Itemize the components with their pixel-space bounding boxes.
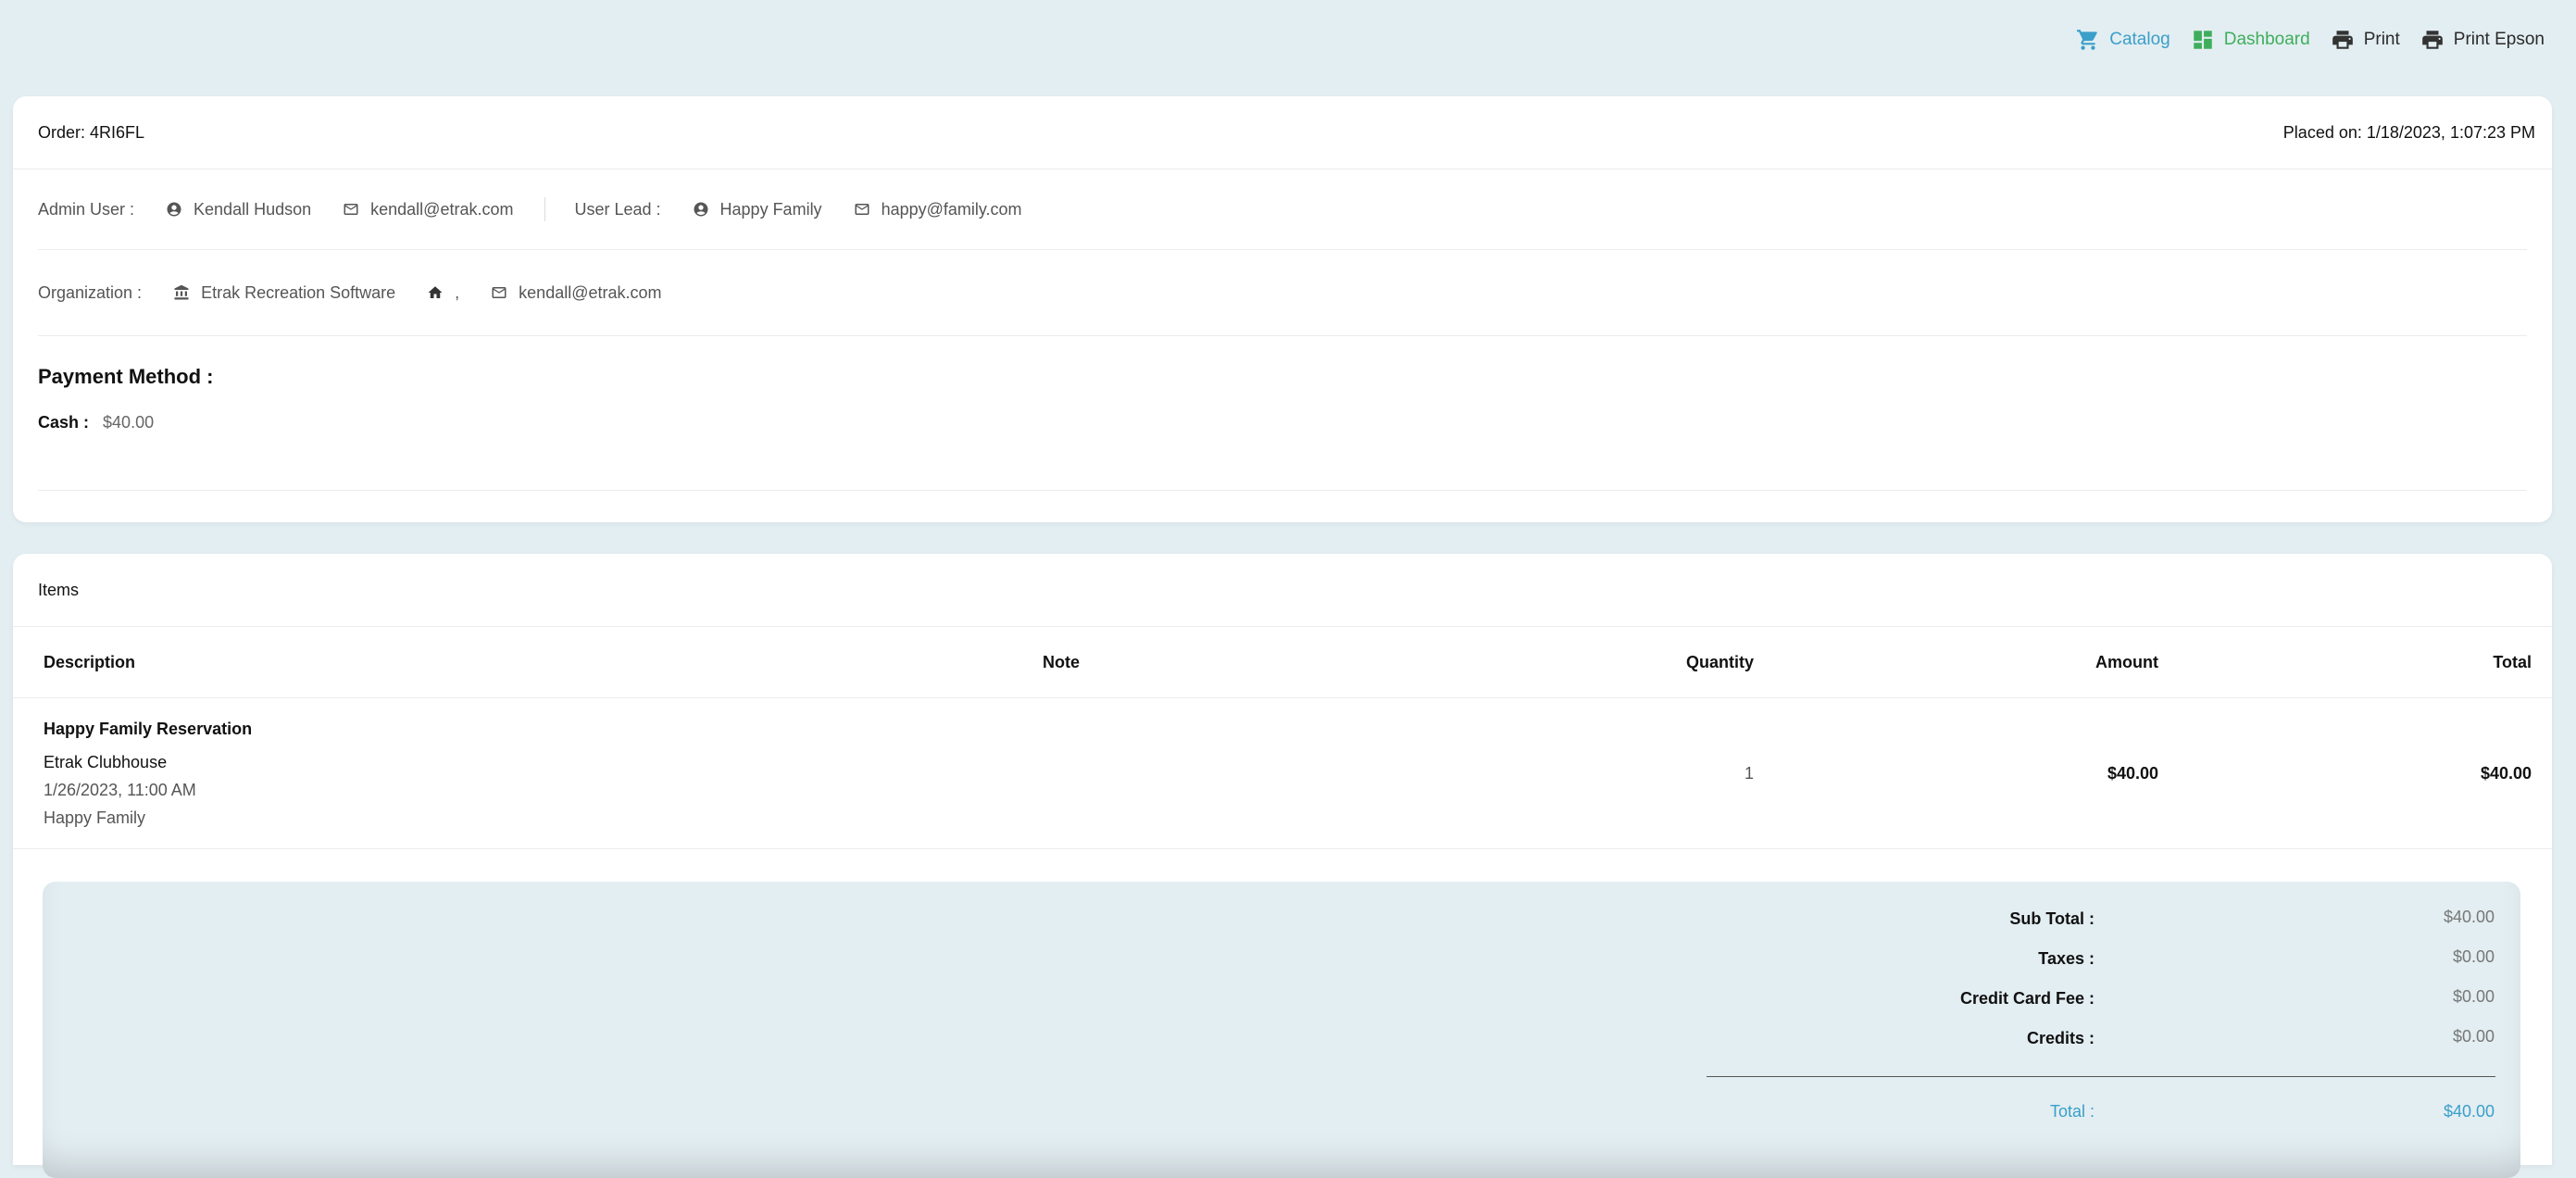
printer-icon <box>2421 31 2443 49</box>
mail-icon <box>492 287 506 298</box>
user-lead-name: Happy Family <box>719 199 822 219</box>
order-id: Order: 4RI6FL <box>38 122 145 142</box>
print-epson-button[interactable]: Print Epson <box>2420 28 2545 52</box>
catalog-label: Catalog <box>2109 30 2170 49</box>
dashboard-label: Dashboard <box>2223 30 2310 49</box>
subtotal-label: Sub Total : <box>2009 909 2095 928</box>
user-lead-label: User Lead : <box>574 199 661 219</box>
payment-method-title: Payment Method : <box>38 365 214 388</box>
taxes-label: Taxes : <box>2038 949 2095 968</box>
user-lead-name-chip: Happy Family <box>693 200 822 219</box>
user-lead-email-chip: happy@family.com <box>854 200 1022 219</box>
home-icon <box>428 286 443 298</box>
credits-label: Credits : <box>2026 1029 2095 1047</box>
column-total: Total <box>2493 653 2532 671</box>
item-title: Happy Family Reservation <box>44 720 253 738</box>
user-lead-email: happy@family.com <box>881 199 1022 219</box>
credit-card-fee-value: $0.00 <box>2452 987 2495 1006</box>
payment-amount: $40.00 <box>103 413 155 432</box>
payment-type: Cash : <box>38 413 90 432</box>
admin-user-email: kendall@etrak.com <box>370 199 514 219</box>
admin-user-email-chip: kendall@etrak.com <box>343 200 513 219</box>
items-table-header: Description Note Quantity Amount Total <box>13 627 2552 698</box>
dashboard-button[interactable]: Dashboard <box>2191 28 2310 52</box>
printer-icon <box>2332 31 2353 49</box>
column-quantity: Quantity <box>1685 653 1754 671</box>
print-label: Print <box>2363 30 2400 49</box>
organization-row: Organization : Etrak Recreation Software… <box>38 250 2527 336</box>
bank-icon <box>174 284 189 300</box>
taxes-value: $0.00 <box>2452 947 2495 966</box>
organization-email-chip: kendall@etrak.com <box>491 282 662 303</box>
payment-section: Payment Method : Cash : $40.00 <box>38 336 2527 491</box>
column-description: Description <box>44 653 136 671</box>
order-header: Order: 4RI6FL Placed on: 1/18/2023, 1:07… <box>13 96 2552 169</box>
item-location: Etrak Clubhouse <box>44 753 168 771</box>
catalog-button[interactable]: Catalog <box>2076 28 2170 52</box>
admin-user-name: Kendall Hudson <box>194 199 312 219</box>
item-customer: Happy Family <box>44 808 146 827</box>
account-circle-icon <box>167 202 181 217</box>
print-epson-label: Print Epson <box>2453 30 2545 49</box>
total-label: Total : <box>2049 1102 2095 1121</box>
organization-address-chip: , <box>427 283 459 303</box>
item-description: Happy Family Reservation Etrak Clubhouse… <box>44 721 252 837</box>
account-circle-icon <box>694 202 708 217</box>
total-value: $40.00 <box>2443 1102 2495 1121</box>
credits-value: $0.00 <box>2452 1027 2495 1046</box>
credit-card-fee-label: Credit Card Fee : <box>1959 989 2095 1008</box>
item-total: $40.00 <box>2480 764 2532 783</box>
top-toolbar: Catalog Dashboard Print Print Epson <box>2076 28 2545 52</box>
admin-user-label: Admin User : <box>38 199 135 219</box>
order-card: Order: 4RI6FL Placed on: 1/18/2023, 1:07… <box>13 96 2552 522</box>
table-row: Happy Family Reservation Etrak Clubhouse… <box>13 698 2552 849</box>
dashboard-icon <box>2193 31 2212 49</box>
column-amount: Amount <box>2095 653 2158 671</box>
divider <box>544 197 546 221</box>
column-note: Note <box>1043 653 1080 671</box>
payment-line: Cash : $40.00 <box>38 413 2527 432</box>
item-amount: $40.00 <box>2107 764 2158 783</box>
subtotal-value: $40.00 <box>2443 908 2495 926</box>
organization-label: Organization : <box>38 282 143 302</box>
organization-name: Etrak Recreation Software <box>201 282 396 302</box>
organization-email: kendall@etrak.com <box>519 282 662 302</box>
item-quantity: 1 <box>1744 764 1754 783</box>
mail-icon <box>344 204 358 215</box>
organization-address: , <box>455 282 460 302</box>
cart-icon <box>2077 30 2097 50</box>
order-summary: Sub Total : $40.00 Taxes : $0.00 Credit … <box>43 882 2520 1178</box>
organization-name-chip: Etrak Recreation Software <box>173 283 395 303</box>
admin-user-row: Admin User : Kendall Hudson kendall@etra… <box>38 169 2527 250</box>
item-datetime: 1/26/2023, 11:00 AM <box>44 781 196 799</box>
items-title: Items <box>13 554 2552 627</box>
print-button[interactable]: Print <box>2331 28 2400 52</box>
placed-on: Placed on: 1/18/2023, 1:07:23 PM <box>2282 122 2535 142</box>
mail-icon <box>855 204 869 215</box>
summary-divider <box>1707 1076 2495 1077</box>
admin-user-name-chip: Kendall Hudson <box>166 200 311 219</box>
